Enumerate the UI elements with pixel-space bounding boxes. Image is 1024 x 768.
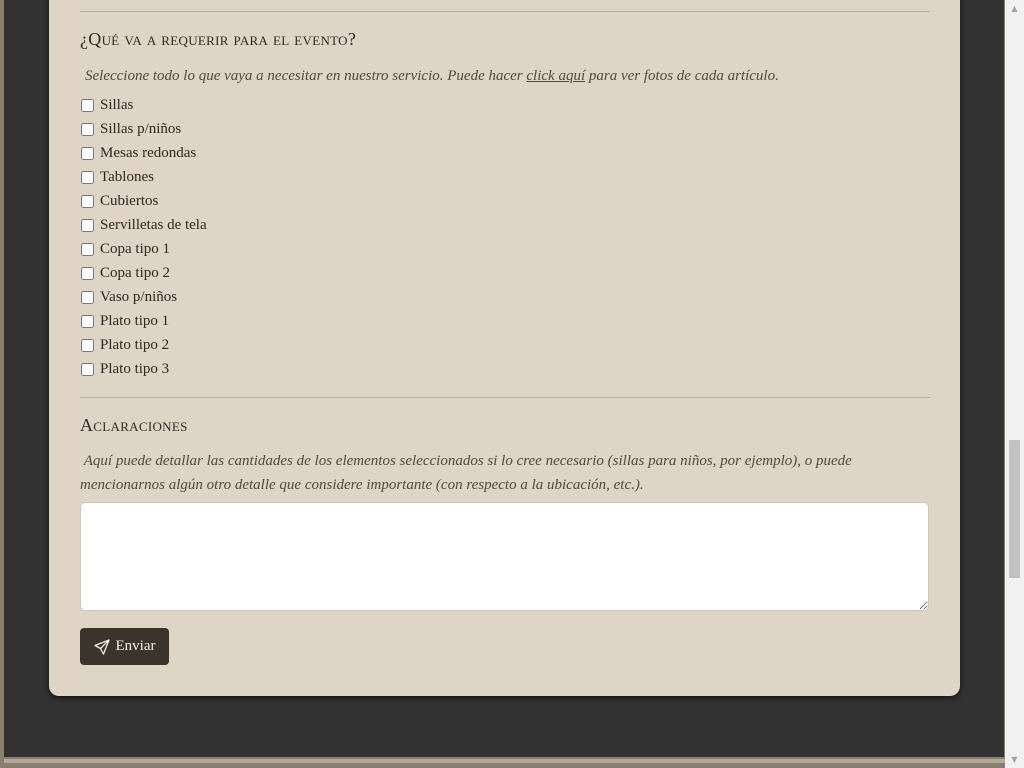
item-label: Tablones xyxy=(100,168,154,185)
item-label: Vaso p/niños xyxy=(100,288,178,305)
items-checklist: Sillas Sillas p/niños Mesas redondas Tab… xyxy=(80,93,207,381)
items-section-title: ¿Qué va a requerir para el evento? xyxy=(80,29,357,49)
items-help-text-before: Seleccione todo lo que vaya a necesitar … xyxy=(85,68,527,84)
items-help-text: Seleccione todo lo que vaya a necesitar … xyxy=(80,64,935,88)
scrollbar-thumb[interactable] xyxy=(1009,440,1020,578)
item-plato-1[interactable]: Plato tipo 1 xyxy=(80,309,207,333)
item-copa-1[interactable]: Copa tipo 1 xyxy=(80,237,207,261)
item-label: Plato tipo 1 xyxy=(100,312,170,329)
page-footer-strip xyxy=(0,757,1005,768)
item-label: Copa tipo 2 xyxy=(100,264,170,281)
scroll-up-arrow-icon[interactable]: ▲ xyxy=(1005,0,1024,17)
item-label: Mesas redondas xyxy=(100,144,197,161)
photos-link[interactable]: click aquí xyxy=(526,68,585,84)
item-label: Sillas p/niños xyxy=(100,120,182,137)
item-plato-3[interactable]: Plato tipo 3 xyxy=(80,357,207,381)
divider xyxy=(80,11,930,12)
item-sillas-ninos-checkbox[interactable] xyxy=(81,122,94,136)
scroll-down-arrow-icon[interactable]: ▼ xyxy=(1005,751,1024,768)
item-servilletas-checkbox[interactable] xyxy=(81,218,94,232)
item-label: Copa tipo 1 xyxy=(100,240,170,257)
item-label: Plato tipo 3 xyxy=(100,360,170,377)
item-mesas-redondas-checkbox[interactable] xyxy=(81,146,94,160)
item-sillas[interactable]: Sillas xyxy=(80,93,207,117)
notes-section-title: Aclaraciones xyxy=(80,415,188,435)
notes-textarea[interactable] xyxy=(80,502,929,611)
item-copa-2-checkbox[interactable] xyxy=(81,266,94,280)
item-copa-1-checkbox[interactable] xyxy=(81,242,94,256)
item-servilletas[interactable]: Servilletas de tela xyxy=(80,213,207,237)
item-label: Servilletas de tela xyxy=(100,216,207,233)
item-tablones-checkbox[interactable] xyxy=(81,170,94,184)
notes-help-text: Aquí puede detallar las cantidades de lo… xyxy=(80,449,930,497)
item-plato-2-checkbox[interactable] xyxy=(81,338,94,352)
item-sillas-checkbox[interactable] xyxy=(81,98,94,112)
item-vaso-ninos-checkbox[interactable] xyxy=(81,290,94,304)
notes-help-text-body: Aquí puede detallar las cantidades de lo… xyxy=(80,453,852,493)
paper-plane-icon xyxy=(93,638,110,655)
item-label: Sillas xyxy=(100,96,134,113)
send-button[interactable]: Enviar xyxy=(80,628,169,665)
item-label: Cubiertos xyxy=(100,192,159,209)
item-sillas-ninos[interactable]: Sillas p/niños xyxy=(80,117,207,141)
send-button-label: Enviar xyxy=(115,638,156,654)
vertical-scrollbar[interactable]: ▲ ▼ xyxy=(1005,0,1024,768)
item-plato-3-checkbox[interactable] xyxy=(81,362,94,376)
divider xyxy=(80,397,930,398)
item-cubiertos-checkbox[interactable] xyxy=(81,194,94,208)
item-mesas-redondas[interactable]: Mesas redondas xyxy=(80,141,207,165)
items-help-text-after: para ver fotos de cada artículo. xyxy=(585,68,779,84)
item-plato-1-checkbox[interactable] xyxy=(81,314,94,328)
item-cubiertos[interactable]: Cubiertos xyxy=(80,189,207,213)
item-tablones[interactable]: Tablones xyxy=(80,165,207,189)
item-copa-2[interactable]: Copa tipo 2 xyxy=(80,261,207,285)
item-vaso-ninos[interactable]: Vaso p/niños xyxy=(80,285,207,309)
item-label: Plato tipo 2 xyxy=(100,336,170,353)
item-plato-2[interactable]: Plato tipo 2 xyxy=(80,333,207,357)
